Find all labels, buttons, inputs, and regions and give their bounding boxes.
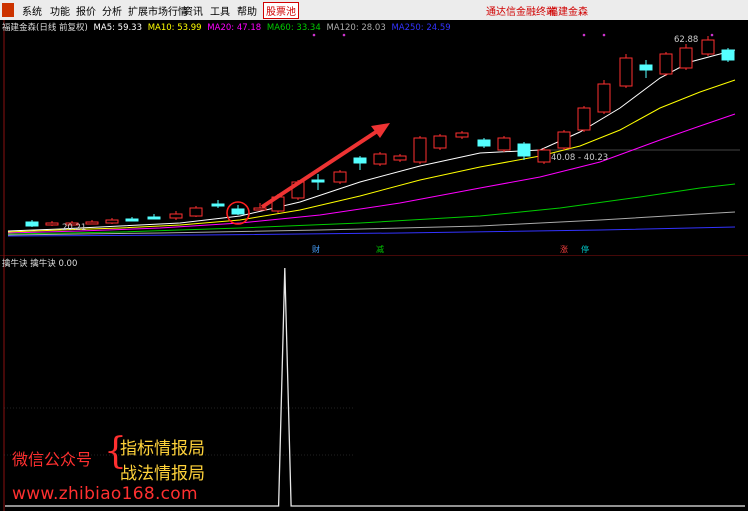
menu-item-tools[interactable]: 工具 [210, 3, 230, 18]
link-tdx-terminal[interactable]: 通达信金融终端 [486, 3, 556, 18]
menu-item-help[interactable]: 帮助 [237, 3, 257, 18]
candle [619, 54, 633, 88]
kline-chart[interactable]: 62.88 20.21 40.08 - 40.23 财 减 涨 停 [0, 20, 748, 256]
candle [537, 148, 551, 164]
candle [721, 48, 735, 62]
event-marker-finance[interactable]: 财 [312, 244, 320, 254]
candle [373, 152, 387, 166]
candle [497, 136, 511, 152]
indicator-value: 0.00 [58, 259, 78, 269]
event-marker-rise[interactable]: 涨 [560, 244, 568, 254]
candle [333, 170, 347, 184]
menu-item-analysis[interactable]: 分析 [102, 3, 122, 18]
range-label: 40.08 - 40.23 [551, 153, 608, 163]
candle [659, 52, 673, 76]
indicator-line-name: 擒牛诀 [30, 259, 56, 269]
watermark-line2: 战法情报局 [120, 464, 205, 484]
ma120-label: MA120: 28.03 [326, 23, 386, 33]
price-low-label: 20.21 [62, 223, 86, 233]
indicator-name: 擒牛诀 [2, 259, 28, 269]
watermark-line1: 指标情报局 [120, 439, 205, 459]
ma60-label: MA60: 33.34 [266, 23, 321, 33]
menu-item-system[interactable]: 系统 [22, 3, 42, 18]
candle [413, 136, 427, 164]
indicator-chart[interactable] [0, 256, 748, 511]
candle [679, 44, 693, 70]
candle [557, 130, 571, 150]
event-marker-reduce[interactable]: 减 [376, 244, 384, 254]
ma20-label: MA20: 47.18 [207, 23, 262, 33]
candle [433, 134, 447, 150]
indicator-chart-bg [0, 256, 748, 511]
menu-item-function[interactable]: 功能 [50, 3, 70, 18]
menu-item-extended-market[interactable]: 扩展市场行情 [128, 3, 188, 18]
menu-item-news[interactable]: 资讯 [183, 3, 203, 18]
watermark-url[interactable]: www.zhibiao168.com [12, 484, 198, 504]
candle [577, 106, 591, 132]
chart-info-line: 福建金森(日线 前复权) MA5: 59.33 MA10: 53.99 MA20… [2, 21, 454, 33]
ma250-label: MA250: 24.59 [391, 23, 451, 33]
menu-bar: 系统 功能 报价 分析 扩展市场行情 资讯 工具 帮助 股票池 通达信金融终端 … [0, 0, 748, 21]
app-logo-icon [2, 3, 14, 17]
candle [477, 138, 491, 148]
menu-item-stock-pool[interactable]: 股票池 [263, 2, 299, 19]
ma5-label: MA5: 59.33 [93, 23, 143, 33]
indicator-info-line: 擒牛诀 擒牛诀 0.00 [2, 257, 77, 269]
candle [189, 206, 203, 217]
chart-title: 福建金森(日线 前复权) [2, 23, 88, 33]
event-marker-halt[interactable]: 停 [581, 244, 589, 254]
watermark-prefix: 微信公众号 [12, 450, 93, 469]
menu-item-quote[interactable]: 报价 [76, 3, 96, 18]
ma10-label: MA10: 53.99 [147, 23, 202, 33]
link-stock-name[interactable]: 福建金森 [548, 3, 588, 18]
candle [597, 80, 611, 114]
price-high-label: 62.88 [674, 35, 698, 45]
